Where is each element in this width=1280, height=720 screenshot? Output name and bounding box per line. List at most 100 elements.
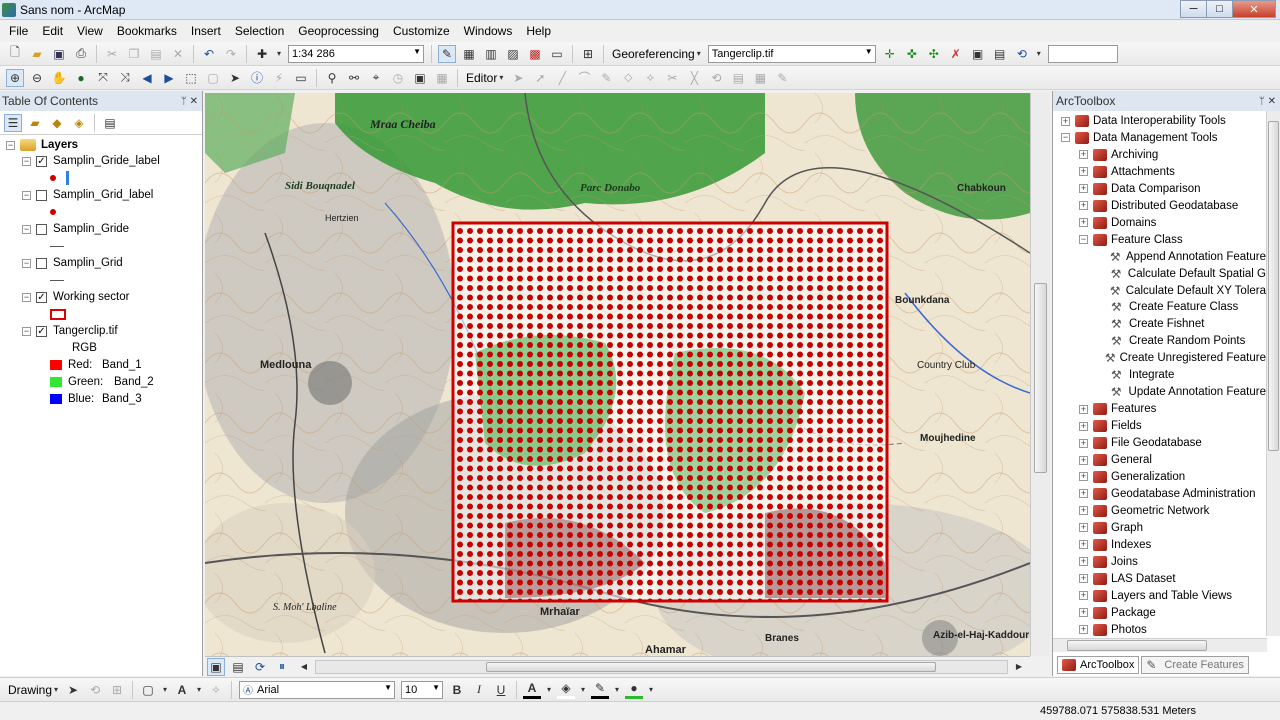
drawing-dropdown-icon[interactable]: ▾	[52, 681, 60, 699]
toolbox-tree-item[interactable]: + Features	[1079, 401, 1266, 417]
expand-icon[interactable]: +	[1079, 557, 1088, 567]
add-data-dropdown-icon[interactable]: ▾	[275, 45, 283, 63]
collapse-icon[interactable]: −	[22, 224, 31, 234]
underline-button[interactable]: U	[492, 681, 510, 699]
identify-icon[interactable]: ⓘ	[248, 69, 266, 87]
toolbox-tree-item[interactable]: + Graph	[1079, 520, 1266, 536]
italic-button[interactable]: I	[470, 681, 488, 699]
toolbox-tree-item[interactable]: − Feature Class	[1079, 232, 1266, 248]
rotate-element-icon[interactable]: ⟲	[86, 681, 104, 699]
expand-icon[interactable]: +	[1061, 116, 1070, 126]
editor-dropdown-icon[interactable]: ▾	[497, 69, 505, 87]
toc-layer-row[interactable]: − ✓ Samplin_Gride_label	[22, 153, 160, 169]
expand-icon[interactable]: +	[1079, 404, 1088, 414]
select-link-icon[interactable]: ✜	[903, 45, 921, 63]
search-window-icon[interactable]: ▨	[504, 45, 522, 63]
time-slider-icon[interactable]: ◷	[389, 69, 407, 87]
add-data-icon[interactable]: ✚	[253, 45, 271, 63]
create-features-icon[interactable]: ✎	[773, 69, 791, 87]
expand-icon[interactable]: +	[1079, 218, 1088, 228]
pin-close-icons[interactable]: ᛘ ✕	[181, 96, 198, 107]
expand-icon[interactable]: +	[1079, 472, 1088, 482]
collapse-icon[interactable]: −	[22, 292, 31, 302]
georeferencing-dropdown-icon[interactable]: ▾	[695, 45, 703, 63]
menu-file[interactable]: File	[2, 20, 35, 42]
scroll-right-icon[interactable]: ▶	[1010, 658, 1028, 676]
paste-icon[interactable]: ▤	[147, 45, 165, 63]
collapse-icon[interactable]: −	[22, 190, 31, 200]
expand-icon[interactable]: +	[1079, 489, 1088, 499]
expand-icon[interactable]: +	[1079, 608, 1088, 618]
undo-icon[interactable]: ↶	[200, 45, 218, 63]
html-popup-icon[interactable]: ⚡	[270, 69, 288, 87]
toolbox-tree-item[interactable]: + Joins	[1079, 554, 1266, 570]
catalog-window-icon[interactable]: ▥	[482, 45, 500, 63]
zoom-out-icon[interactable]: ⊖	[28, 69, 46, 87]
open-folder-icon[interactable]: ▰	[28, 45, 46, 63]
arctoolbox-horizontal-scrollbar[interactable]	[1053, 638, 1267, 652]
full-extent-icon[interactable]: ●	[72, 69, 90, 87]
select-elements-arrow-icon[interactable]: ➤	[226, 69, 244, 87]
menu-windows[interactable]: Windows	[457, 20, 520, 42]
model-builder-icon[interactable]: ⊞	[579, 45, 597, 63]
straight-segment-icon[interactable]: ╱	[553, 69, 571, 87]
expand-icon[interactable]: +	[1079, 201, 1088, 211]
layer-visibility-checkbox[interactable]	[36, 189, 47, 201]
collapse-icon[interactable]: −	[1079, 235, 1088, 245]
rotate-dropdown-icon[interactable]: ▾	[1035, 45, 1043, 63]
fixed-zoom-in-icon[interactable]: ⤧	[94, 69, 112, 87]
options-icon[interactable]: ▤	[101, 114, 119, 132]
text-icon[interactable]: A	[173, 681, 191, 699]
print-icon[interactable]: ⎙	[72, 45, 90, 63]
list-by-visibility-icon[interactable]: ◆	[48, 114, 66, 132]
list-by-selection-icon[interactable]: ◈	[70, 114, 88, 132]
find-icon[interactable]: ⚲	[323, 69, 341, 87]
expand-icon[interactable]: +	[1079, 574, 1088, 584]
list-by-source-icon[interactable]: ▰	[26, 114, 44, 132]
python-window-icon[interactable]: ▭	[548, 45, 566, 63]
cut-icon[interactable]: ✂	[103, 45, 121, 63]
font-name-combo[interactable]: Ⓐ Arial ▼	[239, 680, 396, 699]
tree-spacer[interactable]	[1097, 320, 1106, 329]
scrollbar-thumb[interactable]	[486, 661, 936, 672]
fill-color-dropdown-icon[interactable]: ▾	[579, 681, 587, 699]
delete-icon[interactable]: ✕	[169, 45, 187, 63]
toolbox-tree-item[interactable]: ⚒ Create Random Points	[1097, 333, 1266, 349]
end-point-arc-icon[interactable]: ⌒	[575, 69, 593, 87]
attributes-icon[interactable]: ▤	[729, 69, 747, 87]
tab-arctoolbox[interactable]: ArcToolbox	[1057, 656, 1140, 674]
editor-menu[interactable]: Editor	[462, 71, 501, 85]
toolbox-tree-item[interactable]: ⚒ Calculate Default Spatial G	[1097, 266, 1266, 282]
menu-view[interactable]: View	[70, 20, 110, 42]
zoom-in-icon[interactable]: ⊕	[6, 68, 24, 87]
expand-icon[interactable]: +	[1079, 421, 1088, 431]
tree-spacer[interactable]	[1097, 388, 1106, 397]
fixed-zoom-out-icon[interactable]: ⤨	[116, 69, 134, 87]
go-to-xy-icon[interactable]: ⌖	[367, 69, 385, 87]
pan-hand-icon[interactable]: ✋	[50, 69, 68, 87]
fill-color-icon[interactable]: ◈	[557, 681, 576, 699]
scroll-left-icon[interactable]: ◀	[295, 658, 313, 676]
toolbox-tree-item[interactable]: + Data Comparison	[1079, 181, 1266, 197]
expand-icon[interactable]: +	[1079, 625, 1088, 634]
pin-close-icons[interactable]: ᛘ ✕	[1259, 96, 1276, 107]
pause-drawing-icon[interactable]: ⏸	[273, 658, 291, 676]
text-dropdown-icon[interactable]: ▾	[195, 681, 203, 699]
rectangle-dropdown-icon[interactable]: ▾	[161, 681, 169, 699]
expand-icon[interactable]: +	[1079, 438, 1088, 448]
rotate-icon[interactable]: ⟲	[1013, 45, 1031, 63]
toolbox-tree-item[interactable]: + Data Interoperability Tools	[1061, 113, 1266, 129]
reshape-icon[interactable]: ⟡	[641, 69, 659, 87]
map-scale-combo[interactable]: 1:34 286 ▼	[288, 44, 424, 63]
layer-visibility-checkbox[interactable]: ✓	[36, 291, 47, 303]
tree-spacer[interactable]	[1097, 269, 1106, 278]
menu-selection[interactable]: Selection	[228, 20, 291, 42]
measure-icon[interactable]: ▭	[292, 69, 310, 87]
toolbox-tree-item[interactable]: + Generalization	[1079, 469, 1266, 485]
expand-icon[interactable]: +	[1079, 184, 1088, 194]
minimize-button[interactable]: ─	[1180, 0, 1207, 18]
expand-icon[interactable]: +	[1079, 540, 1088, 550]
toolbox-tree-item[interactable]: + Indexes	[1079, 537, 1266, 553]
toolbox-tree-item[interactable]: − Data Management Tools	[1061, 130, 1266, 146]
toolbox-tree-item[interactable]: ⚒ Create Fishnet	[1097, 316, 1266, 332]
